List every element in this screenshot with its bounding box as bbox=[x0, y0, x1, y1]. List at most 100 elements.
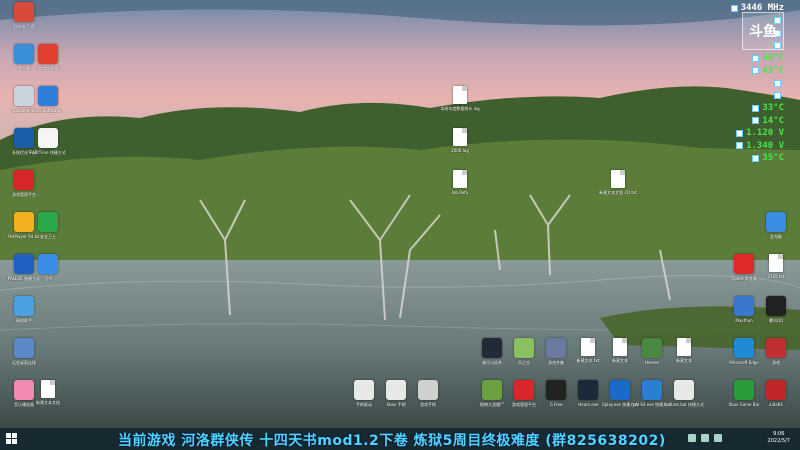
sensor-icon bbox=[752, 54, 760, 62]
desktop-shortcut[interactable]: 回收站(1)图 bbox=[4, 2, 44, 29]
desktop-shortcut[interactable]: lab.Refa bbox=[440, 170, 480, 195]
app-icon-i bbox=[674, 380, 694, 400]
desktop-shortcut-label: 新建文本文档 (2).txt bbox=[599, 190, 637, 195]
app-icon-h bbox=[642, 380, 662, 400]
game-icon-c bbox=[546, 338, 566, 358]
recycle-bin-icon bbox=[14, 2, 34, 22]
file-icon-5 bbox=[769, 254, 783, 272]
edge-icon bbox=[734, 338, 754, 358]
desktop-shortcut-label: 2006.log bbox=[451, 148, 469, 153]
desktop-shortcut[interactable]: 2105.txt bbox=[756, 254, 796, 279]
desktop-shortcut[interactable]: 新建文本文档 bbox=[28, 380, 68, 405]
file-icon-7 bbox=[613, 338, 627, 356]
monitor-icon bbox=[766, 212, 786, 232]
game-icon-a bbox=[482, 338, 502, 358]
controller-icon-2 bbox=[386, 380, 406, 400]
hud-row: 35°C bbox=[724, 152, 784, 165]
sensor-icon bbox=[736, 142, 744, 150]
game-app-icon bbox=[514, 380, 534, 400]
desktop-shortcut-label: 2105.txt bbox=[767, 274, 785, 279]
desktop-shortcut-label: 网络助手 bbox=[16, 318, 32, 323]
hud-value: 35°C bbox=[762, 153, 784, 164]
desktop-shortcut-label: 游戏 bbox=[772, 360, 780, 365]
net-tool-icon bbox=[14, 296, 34, 316]
desktop-shortcut-label: Gurlant.bat 快捷方式 bbox=[664, 402, 704, 407]
hud-row: 33°C bbox=[724, 102, 784, 115]
start-button[interactable] bbox=[6, 433, 17, 444]
qq-icon bbox=[766, 296, 786, 316]
clock-time: 9:06 bbox=[773, 431, 785, 437]
uplay-icon bbox=[610, 380, 630, 400]
sensor-icon bbox=[774, 79, 781, 87]
app-icon-g bbox=[546, 380, 566, 400]
network-icon[interactable] bbox=[688, 434, 696, 442]
hud-value: 14°C bbox=[762, 115, 784, 126]
opera-icon bbox=[734, 254, 754, 274]
notification-icon[interactable] bbox=[714, 434, 722, 442]
desktop-shortcut-label: 游戏手柄 bbox=[420, 402, 436, 407]
desktop-shortcut[interactable]: 游戏手柄 bbox=[408, 380, 448, 407]
desktop-shortcut[interactable]: Gurlant.bat 快捷方式 bbox=[664, 380, 704, 407]
hud-value: 33°C bbox=[762, 103, 784, 114]
desktop-shortcut[interactable]: 游戏加速器 bbox=[28, 44, 68, 71]
desktop-shortcut[interactable]: FaBtTime 快捷方式 bbox=[28, 128, 68, 155]
desktop-shortcut[interactable]: 安全卫士 bbox=[28, 212, 68, 239]
desktop-shortcut[interactable]: aida64 bbox=[756, 380, 796, 407]
steam-icon bbox=[578, 380, 598, 400]
sensor-icon bbox=[752, 104, 760, 112]
desktop-shortcut[interactable]: 远程桌面连接 bbox=[4, 338, 44, 365]
desktop-shortcut[interactable]: 网络助手 bbox=[4, 296, 44, 323]
fbt-icon bbox=[38, 128, 58, 148]
game-center-icon bbox=[14, 170, 34, 190]
hud-value: 40°C bbox=[762, 53, 784, 64]
desktop-shortcut[interactable]: 游戏管理平台 bbox=[4, 170, 44, 197]
hud-value: 1.120 V bbox=[746, 128, 784, 139]
xbox-icon bbox=[734, 380, 754, 400]
desktop-shortcut-label: 本周年度数据统计.log bbox=[440, 106, 480, 111]
game-icon-b bbox=[514, 338, 534, 358]
sensor-icon bbox=[752, 154, 760, 162]
desktop-shortcut[interactable]: 此电脑 bbox=[756, 212, 796, 239]
desktop-shortcut-label: 安全卫士 bbox=[40, 234, 56, 239]
desktop-shortcut-label: aida64 bbox=[769, 402, 783, 407]
taskbar-clock[interactable]: 9:06 2022/5/7 bbox=[768, 431, 790, 445]
system-tray[interactable] bbox=[688, 434, 722, 442]
clock-date: 2022/5/7 bbox=[767, 438, 790, 444]
hud-row: 14°C bbox=[724, 115, 784, 128]
desktop-shortcut-label: lab.Refa bbox=[451, 190, 469, 195]
hud-row: 40°C bbox=[724, 52, 784, 65]
desktop-shortcut[interactable]: 新建文本文档 (2).txt bbox=[598, 170, 638, 195]
desktop-shortcut[interactable]: 游戏 bbox=[756, 338, 796, 365]
desktop-shortcut[interactable]: Lfe.Software bbox=[28, 86, 68, 113]
hud-row bbox=[724, 90, 784, 103]
desktop-shortcut[interactable]: 本周年度数据统计.log bbox=[440, 86, 480, 111]
desktop-shortcut[interactable]: 2006.log bbox=[440, 128, 480, 153]
file-icon-6 bbox=[581, 338, 595, 356]
game-icon-e bbox=[766, 338, 786, 358]
volume-icon[interactable] bbox=[701, 434, 709, 442]
desktop-shortcut[interactable]: 新建文本 bbox=[664, 338, 704, 363]
feishu-icon bbox=[38, 254, 58, 274]
hud-value: 1.340 V bbox=[746, 140, 784, 151]
desktop-shortcut-label: 腾讯QQ bbox=[768, 318, 784, 323]
desktop-shortcut-label: 游戏加速器 bbox=[38, 66, 58, 71]
controller-icon-3 bbox=[418, 380, 438, 400]
sensor-icon bbox=[730, 4, 738, 12]
douyu-logo: 斗鱼 bbox=[742, 12, 784, 50]
sensor-icon bbox=[752, 67, 760, 75]
hud-row bbox=[724, 77, 784, 90]
stream-marquee-text: 当前游戏 河洛群侠传 十四天书mod1.2下卷 炼狱5周目终极难度 (群8256… bbox=[118, 433, 666, 449]
desktop-shortcut[interactable]: 腾讯QQ bbox=[756, 296, 796, 323]
desktop-shortcut-label: Lfe.Software bbox=[35, 108, 61, 113]
file-icon-4 bbox=[611, 170, 625, 188]
hud-row: 1.120 V bbox=[724, 127, 784, 140]
desktop-shortcut[interactable]: 飞书 bbox=[28, 254, 68, 281]
taskbar: 当前游戏 河洛群侠传 十四天书mod1.2下卷 炼狱5周目终极难度 (群8256… bbox=[0, 428, 800, 450]
desktop-shortcut-label: 新建文本文档 bbox=[36, 400, 60, 405]
file-icon-1 bbox=[453, 86, 467, 104]
desktop-shortcut-label: 飞书 bbox=[44, 276, 52, 281]
desktop-shortcut-label: 回收站(1)图 bbox=[13, 24, 35, 29]
desktop-shortcut-label: 游戏管理平台 bbox=[12, 192, 36, 197]
file-icon-8 bbox=[677, 338, 691, 356]
desktop-shortcut-label: FaBtTime 快捷方式 bbox=[30, 150, 66, 155]
